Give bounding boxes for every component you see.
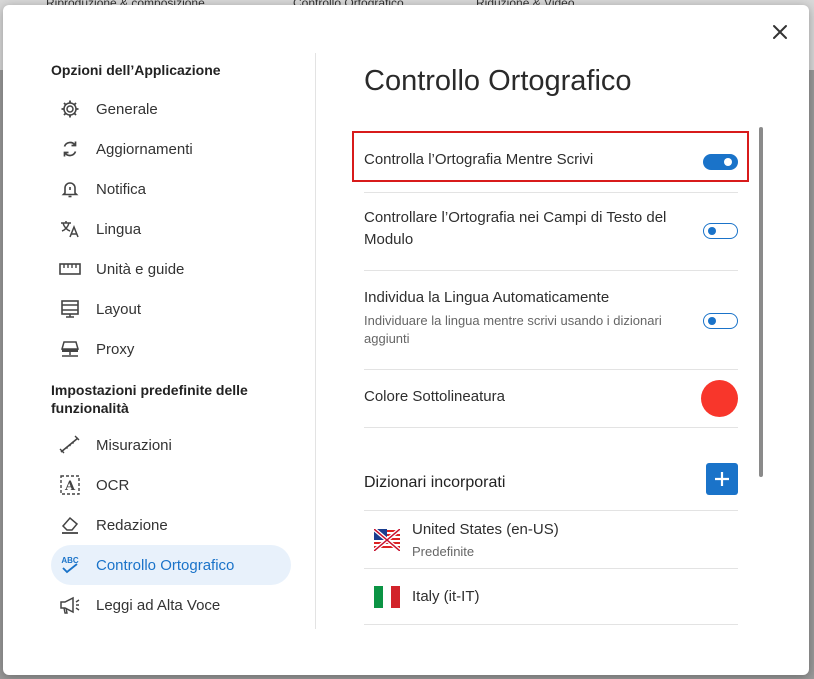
italy-flag-icon	[374, 585, 400, 608]
sidebar-item-label: Lingua	[96, 220, 142, 238]
sidebar-item-label: Controllo Ortografico	[96, 556, 235, 574]
setting-row-underline-color: Colore Sottolineatura	[364, 370, 738, 428]
setting-label: Colore Sottolineatura	[364, 388, 505, 405]
dictionary-name: Italy (it-IT)	[412, 587, 480, 605]
setting-description: Individuare la lingua mentre scrivi usan…	[364, 313, 662, 346]
dictionaries-header: Dizionari incorporati	[364, 451, 738, 511]
sidebar-item-label: Generale	[96, 100, 158, 118]
sidebar-item-redazione[interactable]: Redazione	[51, 505, 291, 545]
add-dictionary-button[interactable]	[706, 463, 738, 495]
sidebar-item-aggiornamenti[interactable]: Aggiornamenti	[51, 129, 291, 169]
sidebar-item-ocr[interactable]: A OCR	[51, 465, 291, 505]
svg-text:A: A	[64, 479, 76, 494]
scrollbar-thumb[interactable]	[759, 127, 763, 477]
ocr-icon: A	[59, 474, 81, 496]
sidebar-item-lingua[interactable]: Lingua	[51, 209, 291, 249]
sidebar-item-leggi-ad-alta-voce[interactable]: Leggi ad Alta Voce	[51, 585, 291, 625]
sidebar-item-unita[interactable]: Unità e guide	[51, 249, 291, 289]
gear-icon	[59, 98, 81, 120]
eraser-icon	[59, 514, 81, 536]
setting-row-spellcheck-forms: Controllare l’Ortografia nei Campi di Te…	[364, 193, 738, 271]
detect-language-toggle[interactable]	[703, 313, 738, 329]
measure-icon	[59, 434, 81, 456]
main-panel: Controllo Ortografico Controlla l’Ortogr…	[364, 61, 738, 625]
sidebar-item-label: Misurazioni	[96, 436, 172, 454]
sidebar-item-label: Proxy	[96, 340, 135, 358]
sidebar-item-label: Redazione	[96, 516, 168, 534]
dictionary-name: United States (en-US)	[412, 520, 559, 538]
toggle-knob	[708, 316, 716, 325]
sidebar-item-label: Notifica	[96, 180, 147, 198]
sidebar-item-label: Leggi ad Alta Voce	[96, 596, 221, 614]
sidebar-item-generale[interactable]: Generale	[51, 89, 291, 129]
proxy-icon	[59, 338, 81, 360]
highlight-box	[352, 131, 749, 182]
dictionary-item-en-us[interactable]: United States (en-US) Predefinite	[364, 511, 738, 569]
close-icon[interactable]	[769, 21, 791, 43]
toggle-knob	[708, 226, 716, 235]
refresh-icon	[59, 138, 81, 160]
preferences-dialog: Opzioni dell’Applicazione Generale Aggio…	[3, 5, 809, 675]
dictionaries-title: Dizionari incorporati	[364, 474, 506, 491]
sidebar-item-label: Unità e guide	[96, 260, 185, 278]
dictionary-default-label: Predefinite	[412, 543, 475, 559]
sidebar-item-label: OCR	[96, 476, 130, 494]
us-uk-flag-icon	[374, 528, 400, 551]
sidebar-item-label: Aggiornamenti	[96, 140, 193, 158]
spellcheck-forms-toggle[interactable]	[703, 223, 738, 239]
translate-icon	[59, 218, 81, 240]
ruler-icon	[59, 258, 81, 280]
plus-icon	[715, 472, 729, 486]
sidebar-section-title: Impostazioni predefinite delle funzional…	[51, 382, 248, 416]
setting-label: Controllare l’Ortografia nei Campi di Te…	[364, 209, 667, 248]
spellcheck-icon: ABC	[59, 554, 81, 576]
sidebar-item-label: Layout	[96, 300, 142, 318]
setting-row-detect-language: Individua la Lingua Automaticamente Indi…	[364, 271, 738, 370]
underline-color-swatch[interactable]	[701, 380, 738, 417]
bell-icon	[59, 178, 81, 200]
sidebar-item-proxy[interactable]: Proxy	[51, 329, 291, 369]
page-title: Controllo Ortografico	[364, 65, 632, 97]
sidebar-item-misurazioni[interactable]: Misurazioni	[51, 425, 291, 465]
setting-label: Individua la Lingua Automaticamente	[364, 289, 610, 306]
sidebar: Opzioni dell’Applicazione Generale Aggio…	[51, 61, 291, 625]
sidebar-section-title: Opzioni dell’Applicazione	[51, 62, 221, 78]
dictionary-item-it-it[interactable]: Italy (it-IT)	[364, 569, 738, 625]
sidebar-item-controllo-ortografico[interactable]: ABC Controllo Ortografico	[51, 545, 291, 585]
layout-icon	[59, 298, 81, 320]
sidebar-item-layout[interactable]: Layout	[51, 289, 291, 329]
sidebar-divider	[315, 53, 316, 629]
megaphone-icon	[59, 594, 81, 616]
sidebar-item-notifica[interactable]: Notifica	[51, 169, 291, 209]
